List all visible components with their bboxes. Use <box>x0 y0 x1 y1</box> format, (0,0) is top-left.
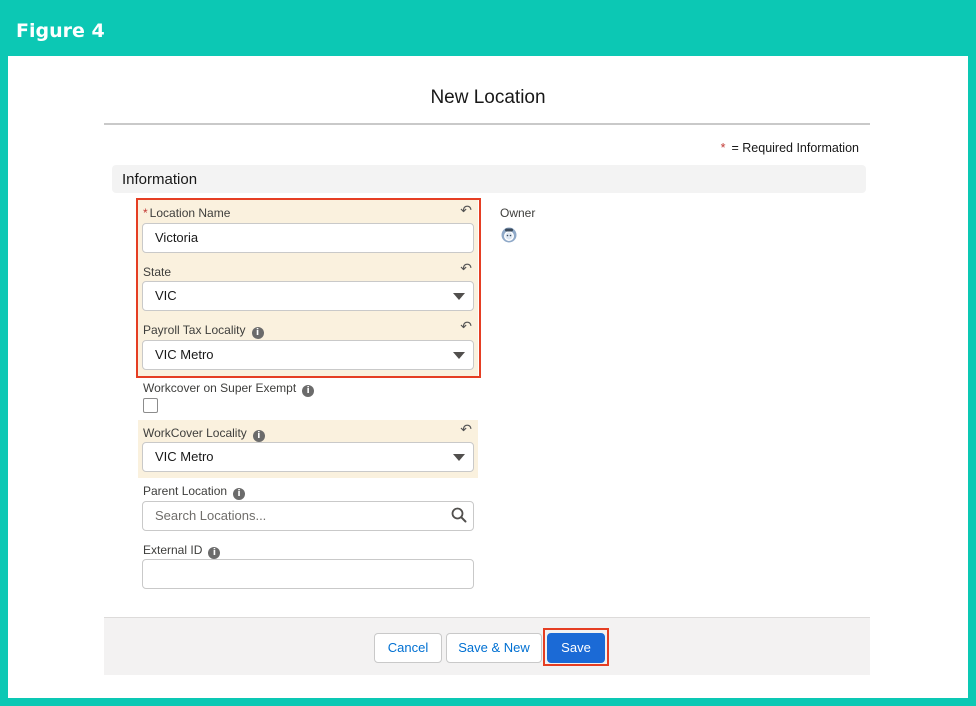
modal-title: New Location <box>430 87 546 108</box>
workcover-locality-label: WorkCover Locality i <box>143 426 265 442</box>
info-icon[interactable]: i <box>233 488 246 500</box>
section-label: Information <box>122 171 198 188</box>
required-star: * <box>720 141 726 155</box>
workcover-locality-select[interactable]: VIC Metro <box>142 442 474 472</box>
info-icon[interactable]: i <box>302 385 315 397</box>
required-info-legend: * = Required Information <box>721 141 859 155</box>
owner-label: Owner <box>500 206 536 220</box>
figure-header: Figure 4 <box>0 0 976 56</box>
section-header-information[interactable]: Information <box>112 165 866 193</box>
workcover-super-exempt-checkbox[interactable] <box>143 398 158 413</box>
dropdown-caret-icon <box>453 454 465 461</box>
info-icon[interactable]: i <box>208 547 221 559</box>
save-and-new-button[interactable]: Save & New <box>446 633 542 663</box>
required-info-text: = Required Information <box>731 141 859 155</box>
external-id-input[interactable] <box>142 559 474 589</box>
annotation-save-highlight-box <box>543 628 609 666</box>
search-icon[interactable] <box>451 507 467 523</box>
cancel-button[interactable]: Cancel <box>374 633 442 663</box>
workcover-locality-field: WorkCover Locality i ↶ VIC Metro <box>138 420 478 478</box>
annotation-highlight-box <box>136 198 481 378</box>
undo-icon[interactable]: ↶ <box>460 422 472 438</box>
owner-avatar-icon[interactable] <box>501 227 517 243</box>
info-icon[interactable]: i <box>252 430 265 442</box>
workcover-super-exempt-label: Workcover on Super Exempt i <box>143 381 315 397</box>
parent-location-search-input[interactable]: Search Locations... <box>142 501 474 531</box>
figure-title: Figure 4 <box>16 20 105 42</box>
title-divider <box>104 123 870 125</box>
parent-location-label: Parent Location i <box>143 484 246 500</box>
external-id-label: External ID i <box>143 543 221 559</box>
